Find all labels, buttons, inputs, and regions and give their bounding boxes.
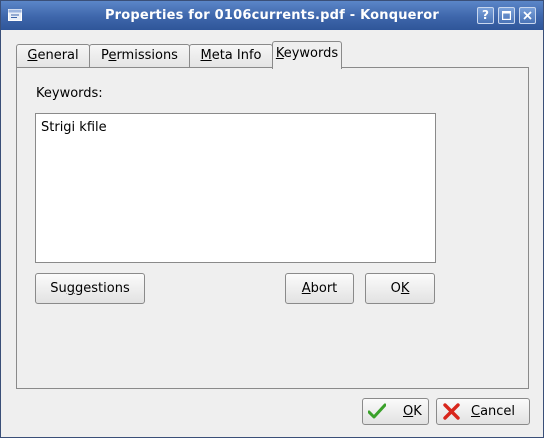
cancel-button[interactable]: Cancel	[436, 398, 530, 425]
window-title: Properties for 0106currents.pdf - Konque…	[104, 8, 440, 23]
tab-keywords[interactable]: Keywords	[272, 41, 342, 69]
ok-button[interactable]: OK	[362, 398, 429, 425]
checkmark-icon	[368, 403, 386, 419]
keywords-label: Keywords:	[36, 86, 103, 101]
close-icon	[523, 11, 532, 20]
tab-general[interactable]: General	[16, 44, 90, 67]
properties-dialog: Properties for 0106currents.pdf - Konque…	[0, 0, 544, 438]
help-button[interactable]: ?	[477, 7, 494, 24]
tab-permissions[interactable]: Permissions	[89, 44, 190, 67]
close-button[interactable]	[519, 7, 536, 24]
keywords-ok-button[interactable]: OK	[365, 273, 435, 304]
help-icon: ?	[482, 8, 489, 22]
keywords-text: Strigi kfile	[41, 120, 107, 135]
tab-meta-info[interactable]: Meta Info	[189, 44, 273, 67]
maximize-icon	[502, 11, 511, 20]
maximize-button[interactable]	[498, 7, 515, 24]
title-bar[interactable]: Properties for 0106currents.pdf - Konque…	[1, 1, 543, 30]
keywords-textarea[interactable]: Strigi kfile	[35, 113, 436, 263]
abort-button[interactable]: Abort	[285, 273, 354, 304]
suggestions-button[interactable]: Suggestions	[35, 273, 145, 304]
cancel-x-icon	[443, 403, 460, 420]
